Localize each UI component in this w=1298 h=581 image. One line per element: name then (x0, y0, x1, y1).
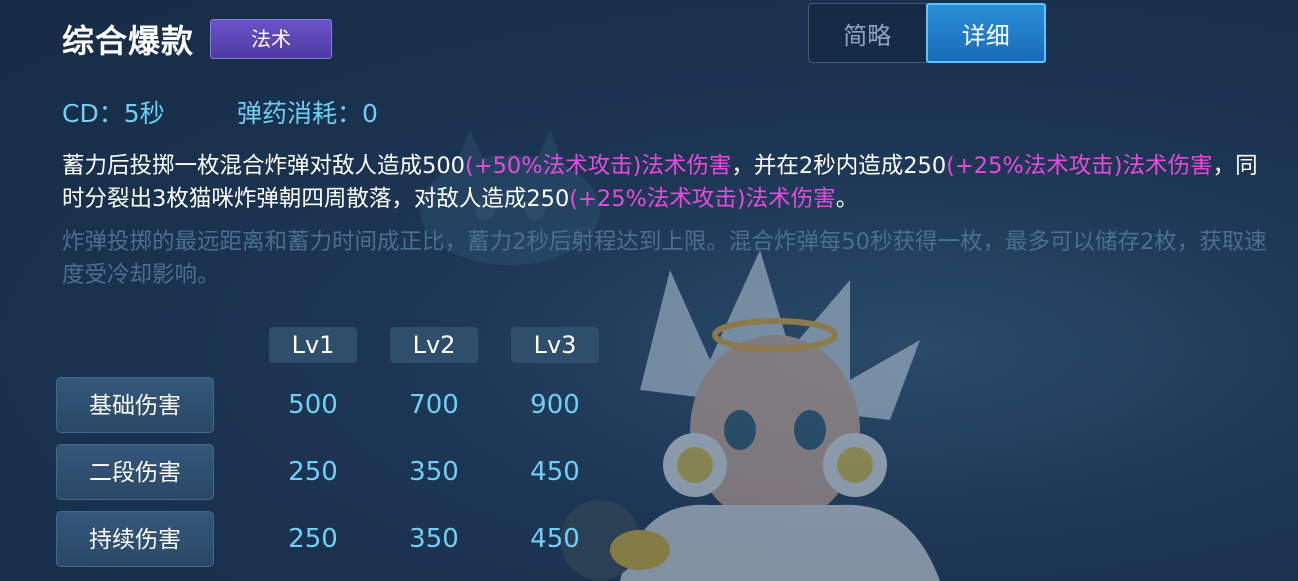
row-label-second-damage[interactable]: 二段伤害 (56, 444, 214, 500)
desc-part-4: 。 (835, 186, 859, 212)
level-header-3: Lv3 (511, 327, 599, 363)
row-label-base-damage[interactable]: 基础伤害 (56, 377, 214, 433)
detail-tab[interactable]: 详细 (925, 3, 1046, 63)
dot-damage-lv3: 450 (530, 524, 580, 554)
level-header-2: Lv2 (390, 327, 478, 363)
view-mode-toggle: 简略 详细 (808, 3, 1046, 63)
skill-extra-description: 炸弹投掷的最远距离和蓄力时间成正比，蓄力2秒后射程达到上限。混合炸弹每50秒获得… (62, 229, 1267, 288)
skill-stats: CD：5秒 弹药消耗：0 (62, 94, 378, 130)
base-damage-lv2: 700 (409, 390, 459, 420)
cooldown-text: CD：5秒 (62, 99, 165, 128)
base-damage-lv3: 900 (530, 390, 580, 420)
skill-title: 综合爆款 (62, 22, 195, 60)
desc-part-2: ，并在2秒内造成250 (731, 153, 947, 179)
desc-highlight-1: (+50%法术攻击)法术伤害 (464, 153, 732, 179)
second-damage-lv2: 350 (409, 457, 459, 487)
row-label-dot-damage[interactable]: 持续伤害 (56, 511, 214, 567)
skill-type-badge: 法术 (210, 19, 332, 59)
desc-highlight-2: (+25%法术攻击)法术伤害 (946, 153, 1213, 179)
base-damage-lv1: 500 (288, 390, 338, 420)
dot-damage-lv2: 350 (409, 524, 459, 554)
level-header-1: Lv1 (269, 327, 357, 363)
brief-tab[interactable]: 简略 (809, 4, 926, 62)
desc-part-1: 蓄力后投掷一枚混合炸弹对敌人造成500 (62, 153, 465, 179)
ammo-cost-text: 弹药消耗：0 (237, 99, 378, 128)
skill-description: 蓄力后投掷一枚混合炸弹对敌人造成500(+50%法术攻击)法术伤害，并在2秒内造… (62, 150, 1272, 216)
hero-background-art (560, 250, 940, 581)
second-damage-lv1: 250 (288, 457, 338, 487)
desc-highlight-3: (+25%法术攻击)法术伤害 (569, 186, 836, 212)
dot-damage-lv1: 250 (288, 524, 338, 554)
second-damage-lv3: 450 (530, 457, 580, 487)
